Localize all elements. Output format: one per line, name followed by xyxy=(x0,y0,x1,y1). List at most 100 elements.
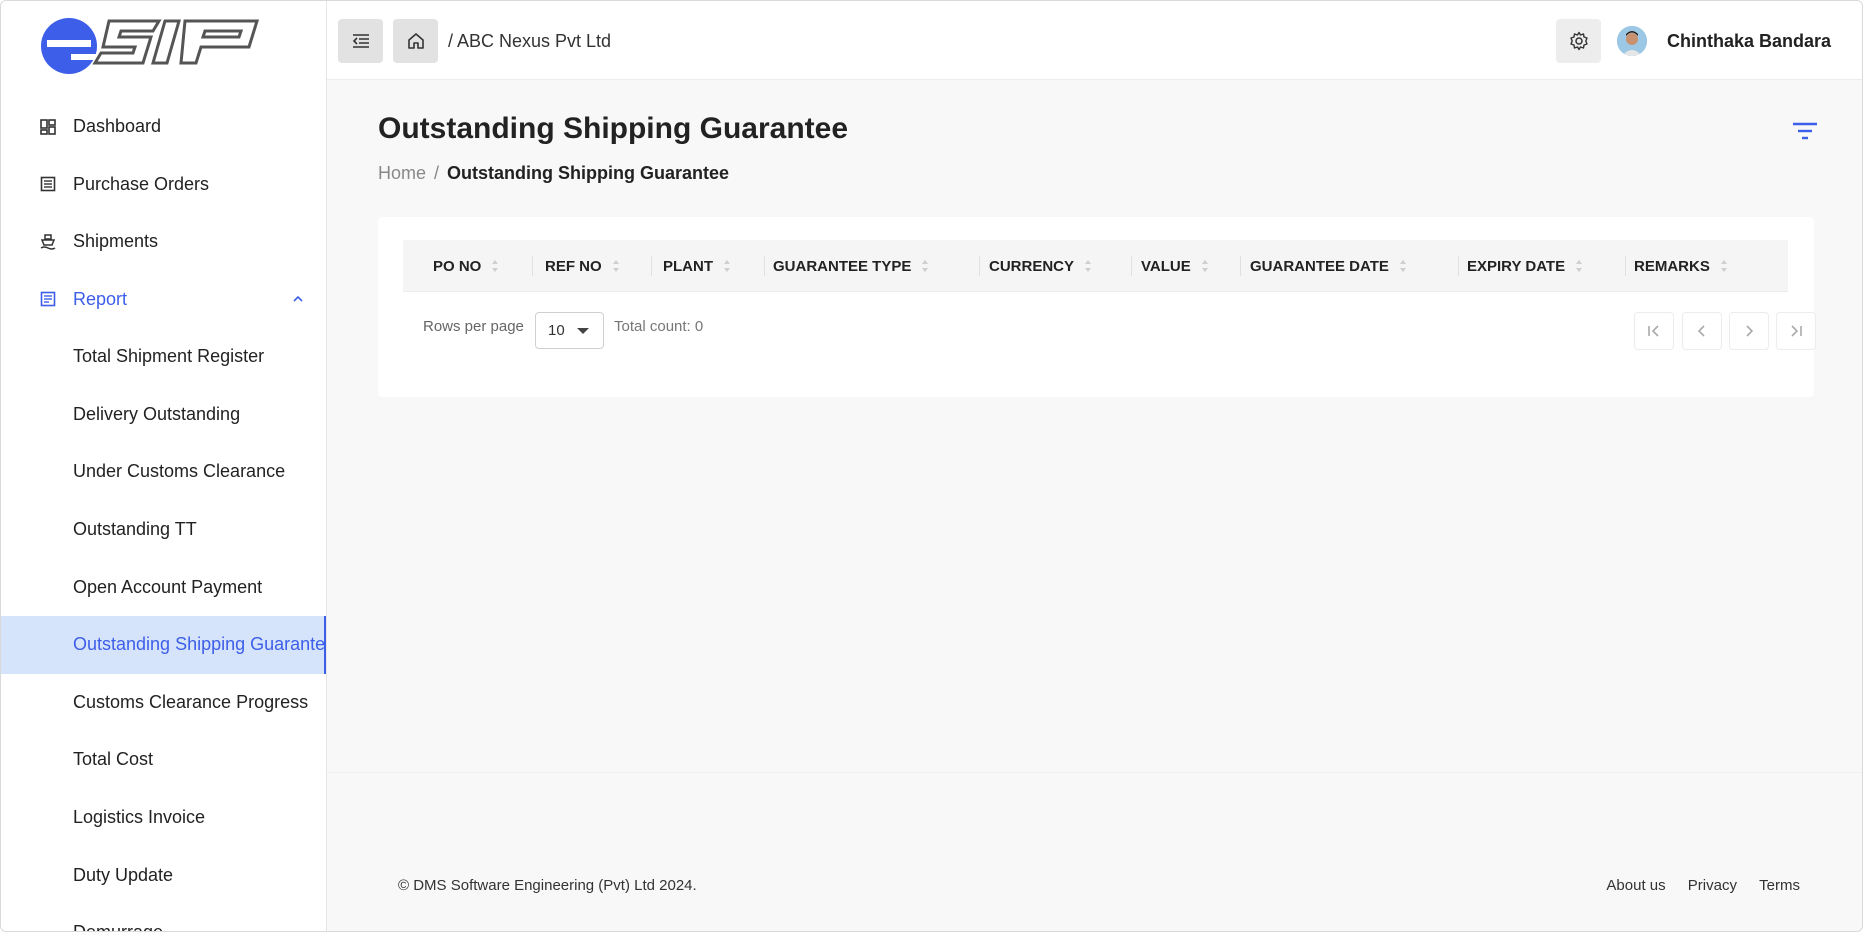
next-page-button[interactable] xyxy=(1729,312,1769,350)
report-icon xyxy=(38,289,58,309)
sidebar-subitem-label: Demurrage xyxy=(73,922,163,931)
sidebar-subitem-duty-update[interactable]: Duty Update xyxy=(1,846,326,904)
footer-link-terms[interactable]: Terms xyxy=(1759,877,1800,894)
sidebar-subitem-label: Customs Clearance Progress xyxy=(73,691,309,712)
footer-link-about[interactable]: About us xyxy=(1606,877,1665,894)
breadcrumb-current: Outstanding Shipping Guarantee xyxy=(447,163,730,183)
sidebar-item-label: Purchase Orders xyxy=(73,173,210,194)
column-divider xyxy=(1625,256,1626,276)
rows-per-page-select[interactable]: 10 xyxy=(535,312,604,349)
sidebar-item-report[interactable]: Report xyxy=(1,271,326,329)
sidebar-subitem-total-shipment-register[interactable]: Total Shipment Register xyxy=(1,328,326,386)
footer-links: About us Privacy Terms xyxy=(1588,877,1800,894)
column-divider xyxy=(764,256,765,276)
sort-icon xyxy=(922,260,929,272)
column-header-guarantee-type[interactable]: GUARANTEE TYPE xyxy=(773,240,929,292)
gear-icon xyxy=(1569,31,1588,51)
sidebar-item-purchase-orders[interactable]: Purchase Orders xyxy=(1,156,326,214)
sidebar-item-label: Shipments xyxy=(73,231,159,252)
column-header-label: EXPIRY DATE xyxy=(1467,257,1566,275)
column-divider xyxy=(1240,256,1241,276)
column-header-ref-no[interactable]: REF NO xyxy=(545,240,620,292)
first-page-button[interactable] xyxy=(1634,312,1674,350)
sidebar-item-label: Dashboard xyxy=(73,116,162,137)
previous-page-button[interactable] xyxy=(1682,312,1722,350)
sidebar-subitem-logistics-invoice[interactable]: Logistics Invoice xyxy=(1,789,326,847)
top-bar: / ABC Nexus Pvt Ltd Chinthaka Bandara xyxy=(327,1,1862,80)
sidebar-subitem-open-account-payment[interactable]: Open Account Payment xyxy=(1,558,326,616)
chevron-right-icon xyxy=(1746,325,1754,337)
rows-per-page-value: 10 xyxy=(548,322,565,339)
sidebar-subitem-label: Open Account Payment xyxy=(73,576,263,597)
sort-icon xyxy=(1085,260,1092,272)
sidebar-subitem-customs-clearance-progress[interactable]: Customs Clearance Progress xyxy=(1,674,326,732)
sidebar-nav: Dashboard Purchase Orders Shipments Repo… xyxy=(1,98,327,931)
settings-button[interactable] xyxy=(1556,19,1601,63)
column-header-label: REF NO xyxy=(545,257,602,275)
report-table-card: PO NO REF NO PLANT GUARANTEE TYPE CURREN… xyxy=(378,217,1816,397)
collapse-sidebar-button[interactable] xyxy=(338,19,383,63)
last-page-icon xyxy=(1791,325,1802,337)
footer-copyright: © DMS Software Engineering (Pvt) Ltd 202… xyxy=(398,877,697,894)
sidebar-subitem-delivery-outstanding[interactable]: Delivery Outstanding xyxy=(1,386,326,444)
column-header-label: GUARANTEE DATE xyxy=(1250,257,1389,275)
sidebar-subitem-demurrage[interactable]: Demurrage xyxy=(1,904,326,931)
filter-icon[interactable] xyxy=(1790,118,1820,144)
sort-icon xyxy=(1201,260,1208,272)
column-divider xyxy=(1131,256,1132,276)
column-header-label: PLANT xyxy=(663,257,713,275)
breadcrumb-separator: / xyxy=(434,163,440,183)
sidebar-subitem-under-customs-clearance[interactable]: Under Customs Clearance xyxy=(1,443,326,501)
column-divider xyxy=(532,256,533,276)
column-header-expiry-date[interactable]: EXPIRY DATE xyxy=(1467,240,1583,292)
sidebar-item-label: Report xyxy=(73,288,128,309)
column-divider xyxy=(651,256,652,276)
last-page-button[interactable] xyxy=(1776,312,1816,350)
user-name[interactable]: Chinthaka Bandara xyxy=(1667,31,1831,52)
column-header-remarks[interactable]: REMARKS xyxy=(1634,240,1728,292)
caret-down-icon xyxy=(577,328,589,334)
sort-icon xyxy=(724,260,730,272)
column-header-label: GUARANTEE TYPE xyxy=(773,257,912,275)
chevron-left-icon xyxy=(1697,325,1705,337)
column-header-po-no[interactable]: PO NO xyxy=(433,240,499,292)
sort-icon xyxy=(612,260,619,272)
sidebar: Dashboard Purchase Orders Shipments Repo… xyxy=(1,1,327,931)
column-header-label: CURRENCY xyxy=(989,257,1075,275)
main-content: Outstanding Shipping Guarantee Home / Outs… xyxy=(327,80,1862,931)
esip-logo[interactable] xyxy=(39,13,263,77)
sidebar-subitem-outstanding-tt[interactable]: Outstanding TT xyxy=(1,501,326,559)
sidebar-subitem-label: Outstanding TT xyxy=(73,519,197,540)
column-header-label: VALUE xyxy=(1141,257,1191,275)
sidebar-subitem-label: Under Customs Clearance xyxy=(73,461,286,482)
home-icon xyxy=(407,33,424,49)
sidebar-subitem-total-cost[interactable]: Total Cost xyxy=(1,731,326,789)
sidebar-item-dashboard[interactable]: Dashboard xyxy=(1,98,326,156)
page-title: Outstanding Shipping Guarantee xyxy=(378,112,849,145)
avatar[interactable] xyxy=(1617,26,1647,56)
sidebar-subitem-label: Outstanding Shipping Guarantee xyxy=(73,634,327,655)
sidebar-item-shipments[interactable]: Shipments xyxy=(1,213,326,271)
breadcrumb-home[interactable]: Home xyxy=(378,163,426,183)
column-header-currency[interactable]: CURRENCY xyxy=(989,240,1092,292)
ship-icon xyxy=(38,232,58,252)
home-button[interactable] xyxy=(393,19,438,63)
chevron-up-icon[interactable] xyxy=(291,292,305,306)
breadcrumb: Home / Outstanding Shipping Guarantee xyxy=(378,163,729,184)
column-header-guarantee-date[interactable]: GUARANTEE DATE xyxy=(1250,240,1407,292)
sidebar-subitem-label: Total Shipment Register xyxy=(73,346,265,367)
sort-icon xyxy=(1399,260,1406,272)
sort-icon xyxy=(492,260,499,272)
column-header-plant[interactable]: PLANT xyxy=(663,240,731,292)
table-header: PO NO REF NO PLANT GUARANTEE TYPE CURREN… xyxy=(403,240,1788,292)
column-divider xyxy=(1458,256,1459,276)
rows-per-page-label: Rows per page xyxy=(423,318,524,335)
column-header-label: REMARKS xyxy=(1634,257,1710,275)
sidebar-subitem-label: Duty Update xyxy=(73,864,174,885)
content-divider xyxy=(327,772,1862,773)
column-divider xyxy=(979,256,980,276)
sidebar-subitem-outstanding-shipping-guarantee[interactable]: Outstanding Shipping Guarantee xyxy=(1,615,327,674)
footer-link-privacy[interactable]: Privacy xyxy=(1688,877,1737,894)
column-header-label: PO NO xyxy=(433,257,482,275)
column-header-value[interactable]: VALUE xyxy=(1141,240,1209,292)
